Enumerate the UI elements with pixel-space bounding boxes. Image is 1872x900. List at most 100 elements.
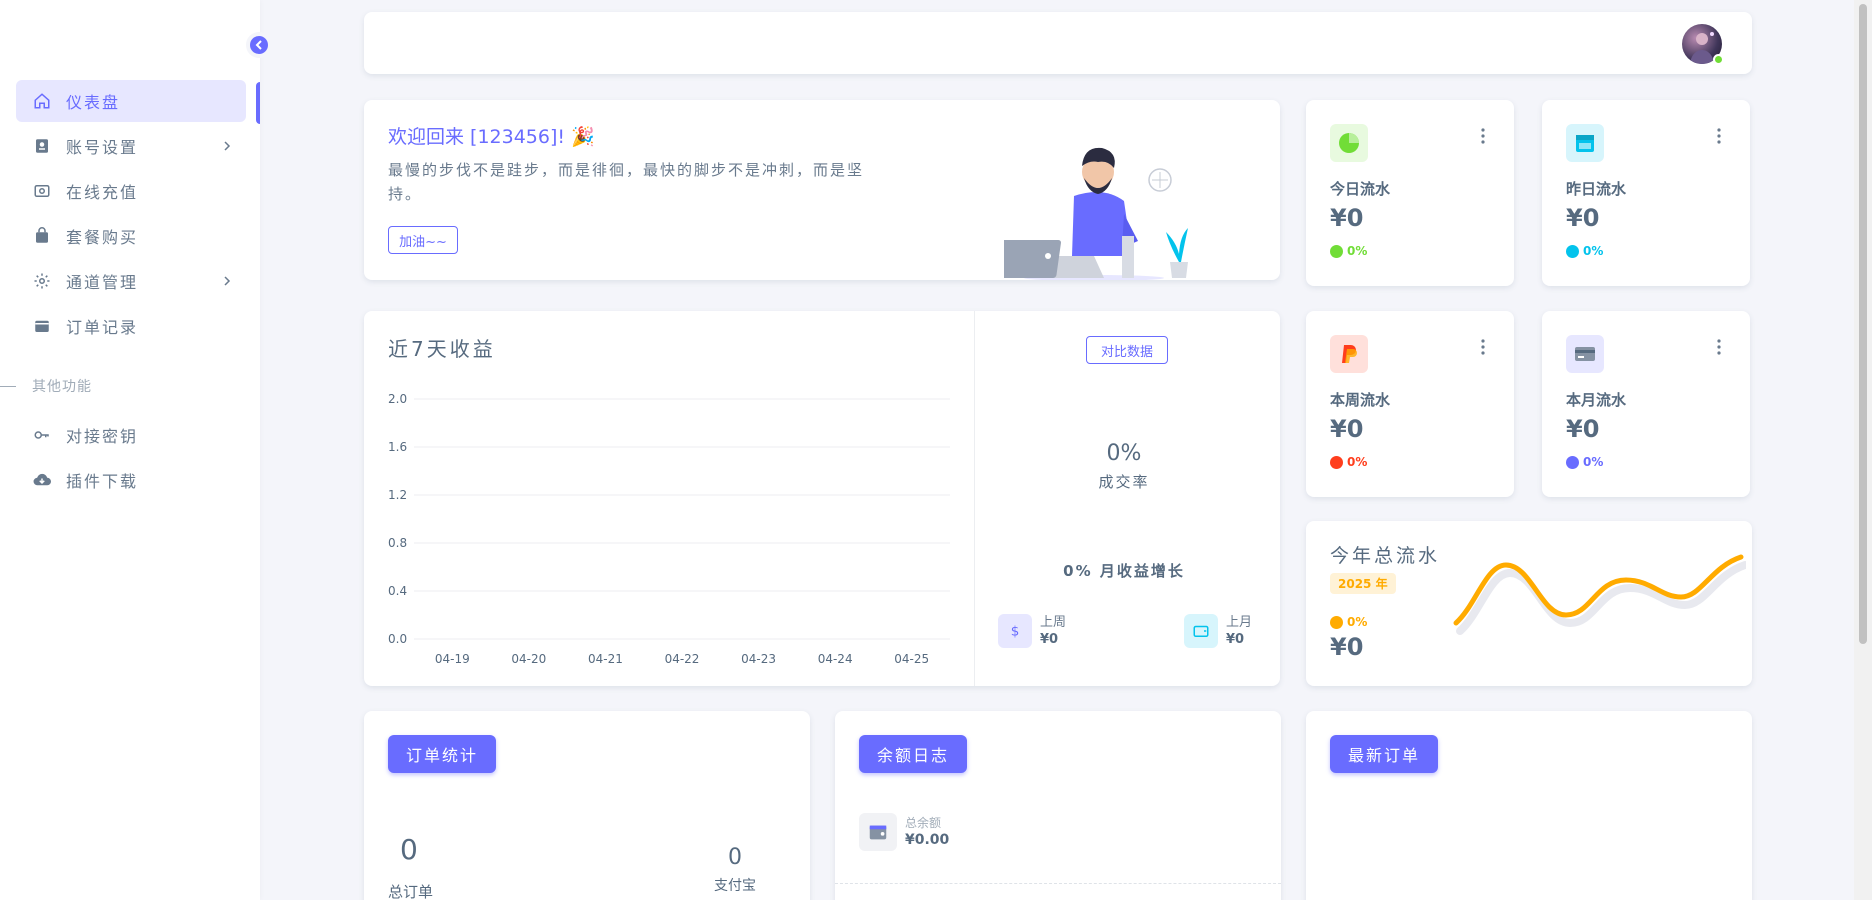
sidebar-extra-menu: 对接密钥 插件下载 (16, 414, 246, 504)
page-scrollbar[interactable] (1854, 0, 1872, 900)
y-tick-label: 2.0 (388, 392, 407, 406)
sidebar-item-account-settings[interactable]: 账号设置 (16, 125, 246, 167)
last-week-summary: $ 上周 ¥0 (998, 614, 1066, 648)
chevron-left-icon (254, 36, 264, 55)
stat-label: 昨日流水 (1566, 180, 1627, 198)
pie-chart-icon (1330, 124, 1368, 162)
divider (974, 311, 975, 686)
y-tick-label: 0.0 (388, 632, 407, 646)
welcome-illustration (1004, 147, 1188, 280)
paypal-icon (1330, 335, 1368, 373)
percent-icon (1566, 455, 1579, 469)
chevron-right-icon (222, 138, 232, 157)
x-tick-label: 04-24 (818, 652, 853, 666)
scrollbar-thumb[interactable] (1859, 4, 1867, 644)
stat-value: ¥0 (1330, 415, 1364, 443)
stat-label: 本周流水 (1330, 391, 1391, 409)
total-balance: 总余额 ¥0.00 (859, 813, 949, 851)
account-icon (32, 136, 52, 156)
sidebar-item-label: 账号设置 (66, 138, 139, 157)
menu-section-header: 其他功能 (0, 376, 92, 396)
more-vertical-icon[interactable] (1716, 128, 1722, 148)
more-vertical-icon[interactable] (1480, 339, 1486, 359)
x-tick-label: 04-20 (511, 652, 546, 666)
conversion-rate-value: 0% (1106, 441, 1142, 466)
sidebar-item-package[interactable]: 套餐购买 (16, 215, 246, 257)
sidebar-item-label: 插件下载 (66, 472, 139, 491)
more-vertical-icon[interactable] (1716, 339, 1722, 359)
sidebar-menu: 仪表盘 账号设置 在线充值 套餐购买 通道管理 订单记录 (16, 80, 246, 350)
x-tick-label: 04-19 (435, 652, 470, 666)
y-tick-label: 1.6 (388, 440, 407, 454)
stat-card-today: 今日流水 ¥0 0% (1306, 100, 1514, 286)
cheer-button[interactable]: 加油~~ (388, 226, 458, 254)
total-orders-label: 总订单 (388, 883, 434, 900)
sidebar-collapse-button[interactable] (246, 32, 272, 58)
sidebar-item-label: 对接密钥 (66, 427, 139, 446)
year-total-card: 今年总流水 2025 年 0% ¥0 (1306, 521, 1752, 686)
welcome-text: 最慢的步伐不是跬步，而是徘徊，最快的脚步不是冲刺，而是坚持。 (388, 161, 865, 203)
welcome-title: 欢迎回来 [123456]! 🎉 (388, 126, 595, 148)
home-icon (32, 91, 52, 111)
stat-value: ¥0 (1330, 204, 1364, 232)
stat-card-yesterday: 昨日流水 ¥0 0% (1542, 100, 1750, 286)
sidebar-item-label: 套餐购买 (66, 228, 139, 247)
percent-icon (1330, 455, 1343, 469)
divider (835, 883, 1281, 884)
balance-log-button[interactable]: 余额日志 (859, 735, 968, 773)
more-vertical-icon[interactable] (1480, 128, 1486, 148)
sidebar-item-channel[interactable]: 通道管理 (16, 260, 246, 302)
last-month-summary: 上月 ¥0 (1184, 614, 1252, 648)
sidebar-item-label: 在线充值 (66, 183, 139, 202)
key-icon (32, 425, 52, 445)
sidebar-item-dashboard[interactable]: 仪表盘 (16, 80, 246, 122)
active-indicator (256, 82, 260, 124)
percent-icon (1330, 244, 1343, 258)
income-card: 近7天收益 2.0 1.6 1.2 0.8 0.4 0.0 04-19 04-20 04-21 0… (364, 311, 1280, 686)
order-stats-button[interactable]: 订单统计 (388, 735, 497, 773)
alipay-orders-value: 0 (728, 845, 742, 870)
y-tick-label: 1.2 (388, 488, 407, 502)
svg-text:$: $ (1011, 624, 1020, 640)
stat-card-week: 本周流水 ¥0 0% (1306, 311, 1514, 497)
stat-percent: 0% (1330, 244, 1367, 258)
stat-label: 本月流水 (1566, 391, 1627, 409)
stat-percent: 0% (1330, 455, 1367, 469)
sidebar-item-recharge[interactable]: 在线充值 (16, 170, 246, 212)
latest-orders-button[interactable]: 最新订单 (1330, 735, 1439, 773)
alipay-orders-label: 支付宝 (714, 878, 756, 894)
x-tick-label: 04-22 (665, 652, 700, 666)
stat-percent: 0% (1566, 455, 1603, 469)
top-navbar (364, 12, 1752, 74)
y-tick-label: 0.4 (388, 584, 407, 598)
sidebar-item-orders[interactable]: 订单记录 (16, 305, 246, 347)
order-stats-card: 订单统计 0 总订单 0 支付宝 (364, 711, 810, 900)
sidebar: 仪表盘 账号设置 在线充值 套餐购买 通道管理 订单记录 其他功能 对接密钥 插… (0, 0, 260, 900)
compare-data-button[interactable]: 对比数据 (1086, 336, 1168, 364)
percent-icon (1330, 615, 1343, 629)
sidebar-item-api-key[interactable]: 对接密钥 (16, 414, 246, 456)
x-tick-label: 04-23 (741, 652, 776, 666)
income-chart: 2.0 1.6 1.2 0.8 0.4 0.0 04-19 04-20 04-21 04-22 04… (388, 392, 950, 666)
chevron-right-icon (222, 273, 232, 292)
percent-icon (1566, 244, 1579, 258)
dollar-icon: $ (998, 614, 1032, 648)
latest-orders-card: 最新订单 (1306, 711, 1752, 900)
stat-value: ¥0 (1566, 415, 1600, 443)
sidebar-item-label: 仪表盘 (66, 93, 121, 112)
welcome-card: 欢迎回来 [123456]! 🎉 最慢的步伐不是跬步，而是徘徊，最快的脚步不是冲… (364, 100, 1280, 280)
sidebar-item-plugin-download[interactable]: 插件下载 (16, 459, 246, 501)
stat-card-month: 本月流水 ¥0 0% (1542, 311, 1750, 497)
credit-card-icon (1566, 335, 1604, 373)
order-icon (32, 316, 52, 336)
conversion-rate-label: 成交率 (1098, 473, 1150, 491)
stat-label: 今日流水 (1330, 180, 1391, 198)
wallet-icon (32, 181, 52, 201)
calendar-icon (1566, 124, 1604, 162)
shopping-icon (32, 226, 52, 246)
year-sparkline (1453, 554, 1746, 635)
wallet-icon (859, 813, 897, 851)
wallet-icon (1184, 614, 1218, 648)
x-tick-label: 04-25 (894, 652, 929, 666)
online-status-dot (1713, 54, 1724, 65)
